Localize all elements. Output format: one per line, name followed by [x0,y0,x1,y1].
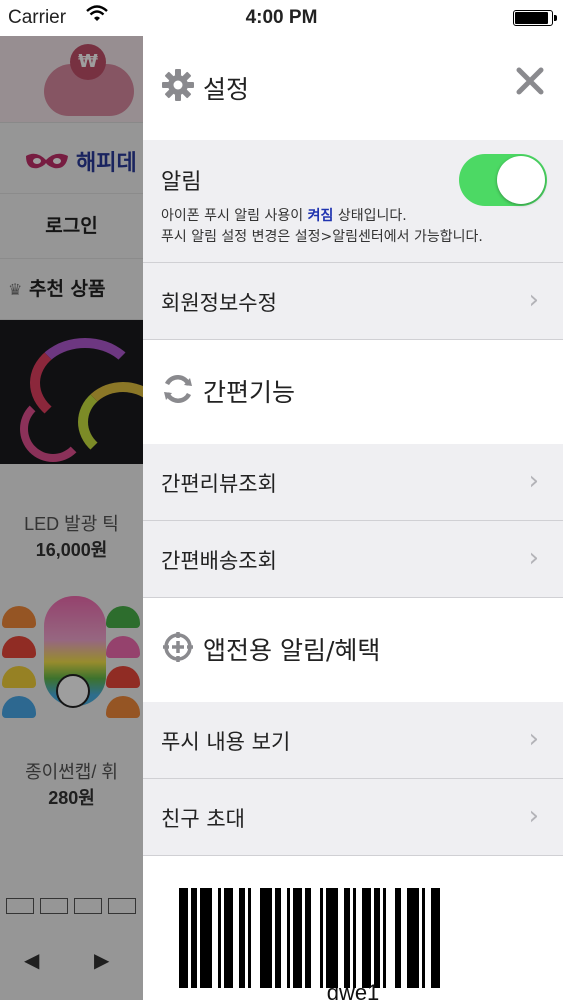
quick-functions-header: 간편기능 [143,340,563,444]
desc-suffix: 상태입니다. [333,208,407,224]
toggle-knob [497,156,545,204]
chevron-right-icon: › [528,801,539,831]
barcode-bar [224,888,233,988]
barcode-bar [239,888,245,988]
dim-overlay[interactable] [0,36,143,1000]
barcode-image [179,888,440,988]
desc-line2: 푸시 알림 설정 변경은 설정>알림센터에서 가능합니다. [161,229,483,245]
barcode-bar [179,888,188,988]
invite-friend-row[interactable]: 친구 초대 › [143,779,563,856]
target-plus-icon [161,630,195,664]
barcode-bar [248,888,251,988]
notification-description: 아이폰 푸시 알림 사용이 켜짐 상태입니다. 푸시 알림 설정 변경은 설정>… [161,206,483,248]
status-bar: Carrier 4:00 PM [0,0,563,36]
quick-delivery-row[interactable]: 간편배송조회 › [143,521,563,598]
barcode-area: qwe1 [143,856,563,1000]
quick-functions-title: 간편기능 [203,378,296,407]
barcode-bar [320,888,323,988]
battery-icon [513,10,557,26]
barcode-bar [275,888,281,988]
edit-member-info-label: 회원정보수정 [161,291,277,315]
notification-label: 알림 [161,170,202,195]
chevron-right-icon: › [528,543,539,573]
barcode-bar [218,888,221,988]
barcode-bar [431,888,440,988]
refresh-icon [161,372,195,406]
notification-setting: 알림 아이폰 푸시 알림 사용이 켜짐 상태입니다. 푸시 알림 설정 변경은 … [143,140,563,263]
quick-review-label: 간편리뷰조회 [161,472,277,496]
settings-title: 설정 [203,75,250,104]
notification-toggle[interactable] [459,154,547,206]
barcode-bar [344,888,350,988]
barcode-bar [200,888,212,988]
barcode-bar [407,888,419,988]
settings-header: 설정 [143,36,563,140]
edit-member-info-row[interactable]: 회원정보수정 › [143,263,563,340]
quick-delivery-label: 간편배송조회 [161,549,277,573]
push-contents-label: 푸시 내용 보기 [161,730,291,754]
gear-icon [161,68,195,102]
invite-friend-label: 친구 초대 [161,807,245,831]
barcode-bar [374,888,380,988]
close-icon [516,67,544,95]
push-contents-row[interactable]: 푸시 내용 보기 › [143,702,563,779]
barcode-bar [395,888,401,988]
settings-drawer: 설정 알림 아이폰 푸시 알림 사용이 켜짐 상태입니다. 푸시 알림 설정 변… [143,36,563,1000]
notification-state: 켜짐 [307,208,334,224]
chevron-right-icon: › [528,466,539,496]
battery-level [515,12,549,24]
barcode-bar [305,888,311,988]
barcode-bar [191,888,197,988]
barcode-bar [383,888,386,988]
chevron-right-icon: › [528,285,539,315]
barcode-bar [287,888,290,988]
barcode-bar [353,888,356,988]
barcode-bar [326,888,338,988]
chevron-right-icon: › [528,724,539,754]
app-alerts-header: 앱전용 알림/혜택 [143,598,563,702]
barcode-bar [293,888,302,988]
barcode-bar [362,888,371,988]
desc-prefix: 아이폰 푸시 알림 사용이 [161,208,308,224]
close-button[interactable] [513,66,547,100]
app-alerts-title: 앱전용 알림/혜택 [203,636,381,665]
clock: 4:00 PM [245,7,318,28]
barcode-bar [260,888,272,988]
barcode-bar [422,888,425,988]
quick-review-row[interactable]: 간편리뷰조회 › [143,444,563,521]
barcode-value: qwe1 [326,980,380,1000]
